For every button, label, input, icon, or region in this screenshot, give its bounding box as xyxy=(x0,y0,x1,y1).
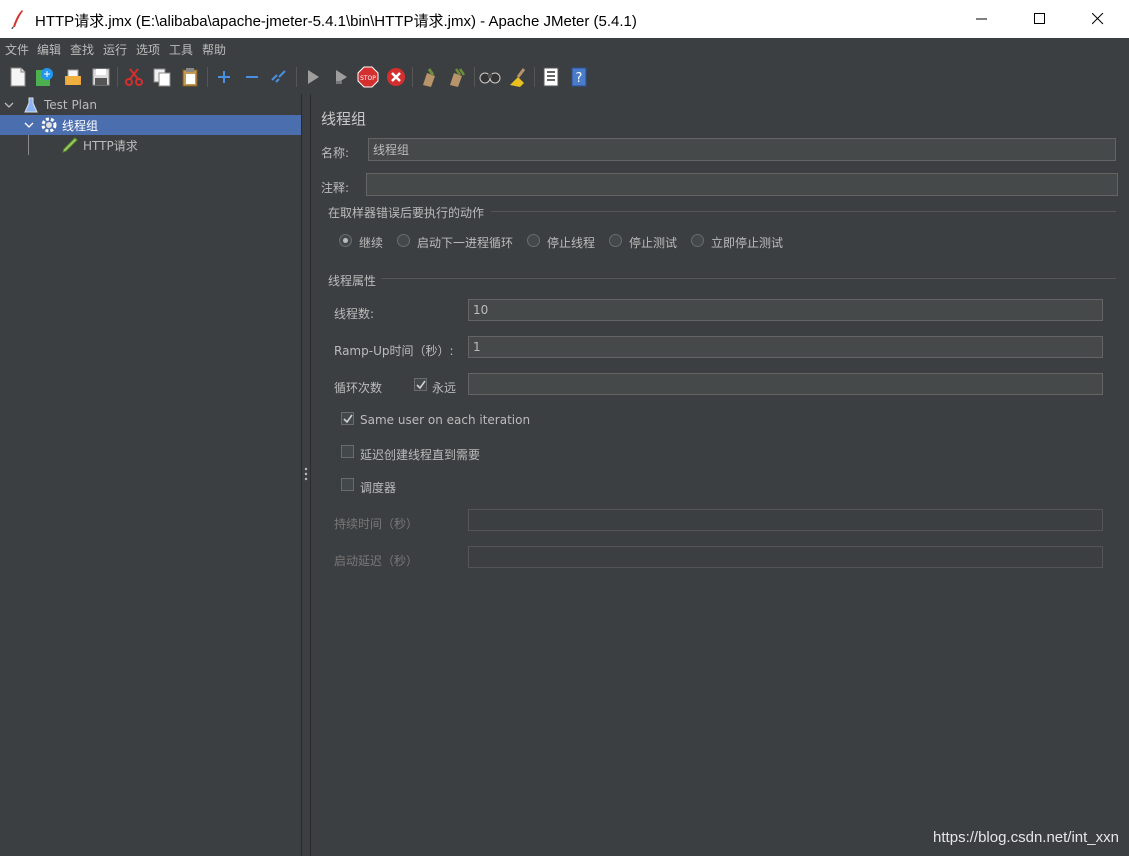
tree-item-thread-group[interactable]: 线程组 xyxy=(0,115,301,135)
section-divider xyxy=(491,211,1116,212)
menu-tools[interactable]: 工具 xyxy=(169,41,193,58)
templates-icon[interactable] xyxy=(34,66,56,88)
clear-all-icon[interactable] xyxy=(446,66,468,88)
startup-delay-label: 启动延迟（秒） xyxy=(334,554,419,568)
open-icon[interactable] xyxy=(62,66,84,88)
tree-item-http-request[interactable]: HTTP请求 xyxy=(0,135,301,155)
thread-group-panel: 线程组 名称: 注释: 在取样器错误后要执行的动作 继续 启动下一进程循环 停止… xyxy=(311,94,1129,856)
start-no-pause-icon[interactable] xyxy=(330,66,352,88)
radio-label: 立即停止测试 xyxy=(711,236,784,250)
paste-icon[interactable] xyxy=(179,66,201,88)
checkmark-icon xyxy=(343,414,353,424)
function-helper-icon[interactable] xyxy=(540,66,562,88)
gear-icon xyxy=(41,117,57,133)
window-titlebar: HTTP请求.jmx (E:\alibaba\apache-jmeter-5.4… xyxy=(0,0,1129,38)
tree-item-test-plan[interactable]: Test Plan xyxy=(0,95,301,115)
maximize-button[interactable] xyxy=(1011,0,1069,38)
split-pane-divider[interactable] xyxy=(302,94,311,856)
startup-delay-field[interactable] xyxy=(468,546,1103,568)
threads-label: 线程数: xyxy=(334,307,375,321)
cut-icon[interactable] xyxy=(123,66,145,88)
rampup-label: Ramp-Up时间（秒）: xyxy=(334,344,454,358)
loop-count-field[interactable] xyxy=(468,373,1103,395)
toggle-icon[interactable] xyxy=(268,66,290,88)
test-plan-tree: Test Plan 线程组 HTTP请求 xyxy=(0,94,302,856)
minimize-button[interactable] xyxy=(953,0,1011,38)
close-icon xyxy=(1092,13,1104,25)
tree-item-label: 线程组 xyxy=(62,118,99,133)
panel-title: 线程组 xyxy=(321,110,367,128)
shutdown-icon[interactable] xyxy=(385,66,407,88)
stop-icon[interactable]: STOP xyxy=(357,66,379,88)
svg-text:STOP: STOP xyxy=(360,75,376,82)
clear-icon[interactable] xyxy=(418,66,440,88)
radio-button[interactable] xyxy=(609,234,622,247)
menu-options[interactable]: 选项 xyxy=(136,41,160,58)
section-divider xyxy=(381,278,1116,279)
tree-item-label: Test Plan xyxy=(44,98,97,112)
radio-label: 停止测试 xyxy=(629,236,678,250)
tree-item-label: HTTP请求 xyxy=(83,138,138,153)
forever-checkbox[interactable] xyxy=(414,378,427,391)
watermark-text: https://blog.csdn.net/int_xxn xyxy=(933,829,1119,846)
save-icon[interactable] xyxy=(90,66,112,88)
radio-button[interactable] xyxy=(339,234,352,247)
checkmark-icon xyxy=(416,380,426,390)
chevron-down-icon[interactable] xyxy=(4,100,14,110)
menu-edit[interactable]: 编辑 xyxy=(37,41,61,58)
close-button[interactable] xyxy=(1069,0,1127,38)
same-user-label: Same user on each iteration xyxy=(360,413,531,427)
delay-create-label: 延迟创建线程直到需要 xyxy=(360,448,481,462)
forever-label: 永远 xyxy=(432,381,457,395)
threads-field[interactable] xyxy=(468,299,1103,321)
maximize-icon xyxy=(1034,13,1045,24)
name-label: 名称: xyxy=(321,146,350,160)
collapse-icon[interactable] xyxy=(241,66,263,88)
reset-search-icon[interactable] xyxy=(507,66,529,88)
radio-label: 停止线程 xyxy=(547,236,596,250)
radio-button[interactable] xyxy=(397,234,410,247)
expand-icon[interactable] xyxy=(213,66,235,88)
name-field[interactable] xyxy=(368,138,1116,161)
duration-label: 持续时间（秒） xyxy=(334,517,419,531)
comment-label: 注释: xyxy=(321,181,350,195)
drag-handle-icon xyxy=(304,467,308,481)
window-title: HTTP请求.jmx (E:\alibaba\apache-jmeter-5.4… xyxy=(35,13,637,30)
duration-field[interactable] xyxy=(468,509,1103,531)
menu-search[interactable]: 查找 xyxy=(70,41,94,58)
menu-bar: 文件 编辑 查找 运行 选项 工具 帮助 xyxy=(0,38,1129,60)
rampup-field[interactable] xyxy=(468,336,1103,358)
loop-count-label: 循环次数 xyxy=(334,381,383,395)
menu-file[interactable]: 文件 xyxy=(5,41,29,58)
scheduler-checkbox[interactable] xyxy=(341,478,354,491)
help-icon[interactable]: ? xyxy=(568,66,590,88)
copy-icon[interactable] xyxy=(151,66,173,88)
error-action-section-title: 在取样器错误后要执行的动作 xyxy=(328,206,485,220)
thread-props-section-title: 线程属性 xyxy=(328,274,377,288)
start-icon[interactable] xyxy=(302,66,324,88)
toolbar: STOP ? xyxy=(0,60,1129,95)
comment-field[interactable] xyxy=(366,173,1118,196)
radio-label: 启动下一进程循环 xyxy=(417,236,514,250)
same-user-checkbox[interactable] xyxy=(341,412,354,425)
jmeter-feather-icon xyxy=(10,9,26,30)
radio-button[interactable] xyxy=(691,234,704,247)
radio-label: 继续 xyxy=(359,236,384,250)
menu-help[interactable]: 帮助 xyxy=(202,41,226,58)
radio-button[interactable] xyxy=(527,234,540,247)
svg-text:?: ? xyxy=(576,71,583,86)
chevron-down-icon[interactable] xyxy=(24,120,34,130)
sampler-pen-icon xyxy=(62,137,78,153)
search-icon[interactable] xyxy=(479,66,501,88)
scheduler-label: 调度器 xyxy=(360,481,397,495)
new-icon[interactable] xyxy=(7,66,29,88)
minimize-icon xyxy=(976,18,987,20)
test-plan-icon xyxy=(24,97,38,113)
delay-create-checkbox[interactable] xyxy=(341,445,354,458)
menu-run[interactable]: 运行 xyxy=(103,41,127,58)
